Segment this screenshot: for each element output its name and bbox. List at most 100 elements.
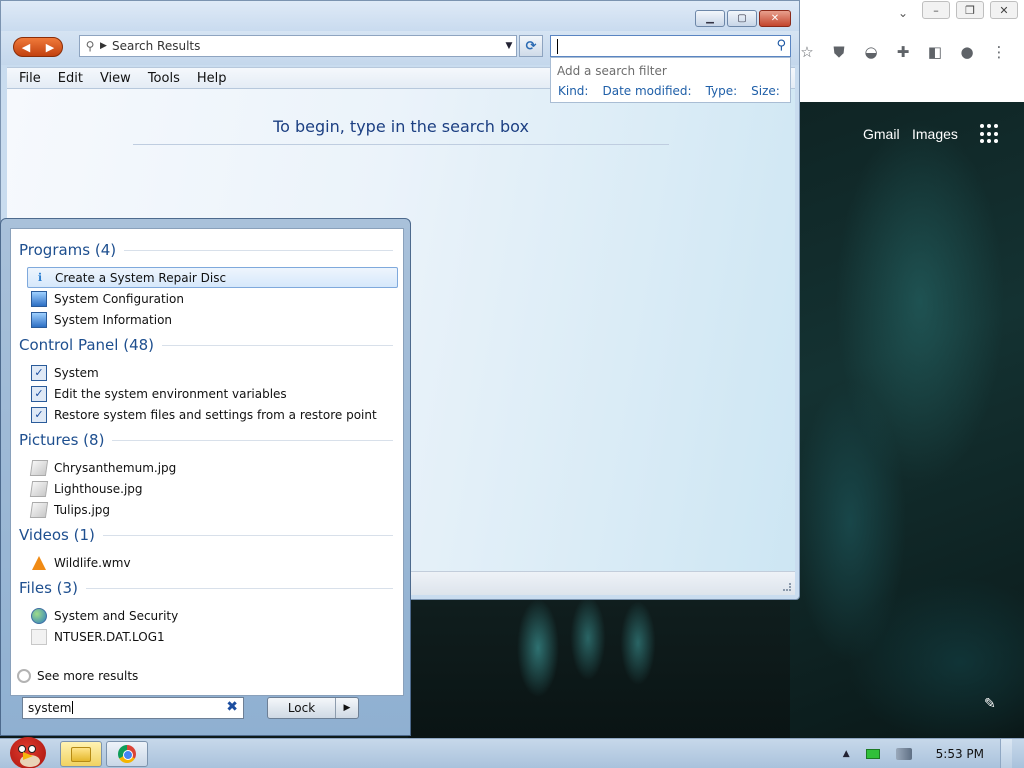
filter-type[interactable]: Type:: [706, 84, 738, 98]
show-hidden-icons-icon[interactable]: ▲: [843, 749, 850, 759]
maximize-button[interactable]: ▢: [727, 10, 757, 27]
google-homepage-background: Gmail Images ✎: [790, 102, 1024, 738]
minimize-button[interactable]: ▁: [695, 10, 725, 27]
extensions-puzzle-icon[interactable]: ✚: [892, 41, 914, 63]
chevron-down-icon[interactable]: ⌄: [898, 6, 908, 20]
forward-arrow-icon[interactable]: ▶: [46, 41, 54, 54]
divider: [112, 439, 393, 441]
divider: [102, 534, 393, 536]
kebab-menu-icon[interactable]: ⋮: [988, 41, 1010, 63]
divider: [162, 344, 393, 346]
clear-search-icon[interactable]: ✖: [226, 699, 238, 715]
gmail-link[interactable]: Gmail: [863, 126, 900, 142]
customize-pencil-icon[interactable]: ✎: [984, 696, 996, 712]
system-tray: ▲ 5:53 PM: [843, 739, 1024, 768]
start-menu-results: Programs (4) ℹ Create a System Repair Di…: [10, 228, 404, 696]
volume-icon[interactable]: [895, 748, 912, 760]
divider: [124, 249, 393, 251]
result-create-system-repair-disc[interactable]: ℹ Create a System Repair Disc: [27, 267, 398, 288]
result-wildlife-video[interactable]: Wildlife.wmv: [27, 552, 398, 573]
taskbar: ▲ 5:53 PM: [0, 737, 1024, 768]
address-dropdown-icon[interactable]: ▼: [502, 41, 516, 51]
browser-window-controls: – ❐ ✕: [922, 0, 1024, 20]
result-label: System Configuration: [54, 291, 184, 306]
see-more-results-link[interactable]: See more results: [17, 669, 138, 683]
result-label: Restore system files and settings from a…: [54, 407, 377, 422]
browser-minimize-button[interactable]: –: [922, 1, 950, 19]
result-label: Edit the system environment variables: [54, 386, 287, 401]
back-forward-buttons[interactable]: ◀ ▶: [13, 37, 63, 57]
result-system-and-security[interactable]: System and Security: [27, 605, 398, 626]
images-link[interactable]: Images: [912, 126, 958, 142]
picture-file-icon: [29, 480, 49, 497]
menu-help[interactable]: Help: [197, 71, 227, 86]
result-label: System: [54, 365, 99, 380]
result-lighthouse[interactable]: Lighthouse.jpg: [27, 478, 398, 499]
filter-size[interactable]: Size:: [751, 84, 780, 98]
breadcrumb-arrow-icon[interactable]: ▶: [100, 41, 112, 51]
start-button[interactable]: [4, 731, 50, 768]
address-text[interactable]: Search Results: [112, 39, 502, 53]
close-button[interactable]: ✕: [759, 10, 791, 27]
divider: [133, 144, 669, 145]
lock-button[interactable]: Lock ▶: [267, 697, 359, 719]
menu-file[interactable]: File: [19, 71, 41, 86]
browser-close-button[interactable]: ✕: [990, 1, 1018, 19]
result-edit-environment-variables[interactable]: ✓ Edit the system environment variables: [27, 383, 398, 404]
shutdown-options-arrow-icon[interactable]: ▶: [336, 698, 358, 718]
start-search-value[interactable]: system: [28, 701, 71, 715]
result-system-information[interactable]: System Information: [27, 309, 398, 330]
menu-tools[interactable]: Tools: [148, 71, 180, 86]
menu-view[interactable]: View: [100, 71, 131, 86]
result-label: Tulips.jpg: [54, 502, 111, 517]
ublock-extension-icon[interactable]: ⛊: [828, 41, 850, 63]
explorer-titlebar[interactable]: ▁ ▢ ✕: [1, 1, 799, 31]
chrome-icon: [118, 745, 136, 763]
result-restore-system-files[interactable]: ✓ Restore system files and settings from…: [27, 404, 398, 425]
show-desktop-button[interactable]: [1000, 739, 1012, 768]
extension-badge-icon[interactable]: ◒: [860, 41, 882, 63]
control-panel-icon: ✓: [31, 364, 47, 381]
browser-restore-button[interactable]: ❐: [956, 1, 984, 19]
back-arrow-icon[interactable]: ◀: [22, 41, 30, 54]
result-label: System Information: [54, 312, 173, 327]
filter-date-modified[interactable]: Date modified:: [602, 84, 691, 98]
menu-edit[interactable]: Edit: [58, 71, 83, 86]
result-label: NTUSER.DAT.LOG1: [54, 629, 165, 644]
result-ntuser-log[interactable]: NTUSER.DAT.LOG1: [27, 626, 398, 647]
result-system[interactable]: ✓ System: [27, 362, 398, 383]
group-videos: Videos (1): [19, 526, 393, 544]
group-pictures: Pictures (8): [19, 431, 393, 449]
clock[interactable]: 5:53 PM: [936, 747, 984, 761]
side-panel-icon[interactable]: ◧: [924, 41, 946, 63]
result-tulips[interactable]: Tulips.jpg: [27, 499, 398, 520]
filter-kind[interactable]: Kind:: [558, 84, 588, 98]
group-title[interactable]: Pictures (8): [19, 431, 112, 449]
refresh-button[interactable]: ⟳: [519, 35, 543, 57]
group-title[interactable]: Files (3): [19, 579, 86, 597]
vlc-cone-icon: [31, 555, 47, 571]
google-apps-grid-icon[interactable]: [980, 124, 1000, 144]
group-title[interactable]: Control Panel (48): [19, 336, 162, 354]
globe-shield-icon: [31, 607, 47, 624]
start-search-input[interactable]: system ✖: [22, 697, 244, 719]
taskbar-explorer-button[interactable]: [60, 741, 102, 767]
divider: [85, 587, 393, 589]
explorer-search-input[interactable]: ⚲: [550, 35, 791, 57]
taskbar-chrome-button[interactable]: [106, 741, 148, 767]
folder-icon: [71, 746, 91, 762]
resize-grip-icon[interactable]: [783, 583, 791, 591]
search-icon[interactable]: ⚲: [776, 38, 786, 53]
lock-label[interactable]: Lock: [268, 698, 336, 718]
result-label: Wildlife.wmv: [54, 555, 131, 570]
browser-toolbar: ☆ ⛊ ◒ ✚ ◧ ● ⋮: [790, 34, 1024, 70]
blank-file-icon: [31, 628, 47, 645]
group-title[interactable]: Videos (1): [19, 526, 103, 544]
battery-icon[interactable]: [865, 749, 880, 759]
profile-avatar-icon[interactable]: ●: [956, 41, 978, 63]
group-title[interactable]: Programs (4): [19, 241, 124, 259]
address-bar[interactable]: ⚲ ▶ Search Results ▼: [79, 35, 517, 57]
result-system-configuration[interactable]: System Configuration: [27, 288, 398, 309]
result-chrysanthemum[interactable]: Chrysanthemum.jpg: [27, 457, 398, 478]
group-files: Files (3): [19, 579, 393, 597]
